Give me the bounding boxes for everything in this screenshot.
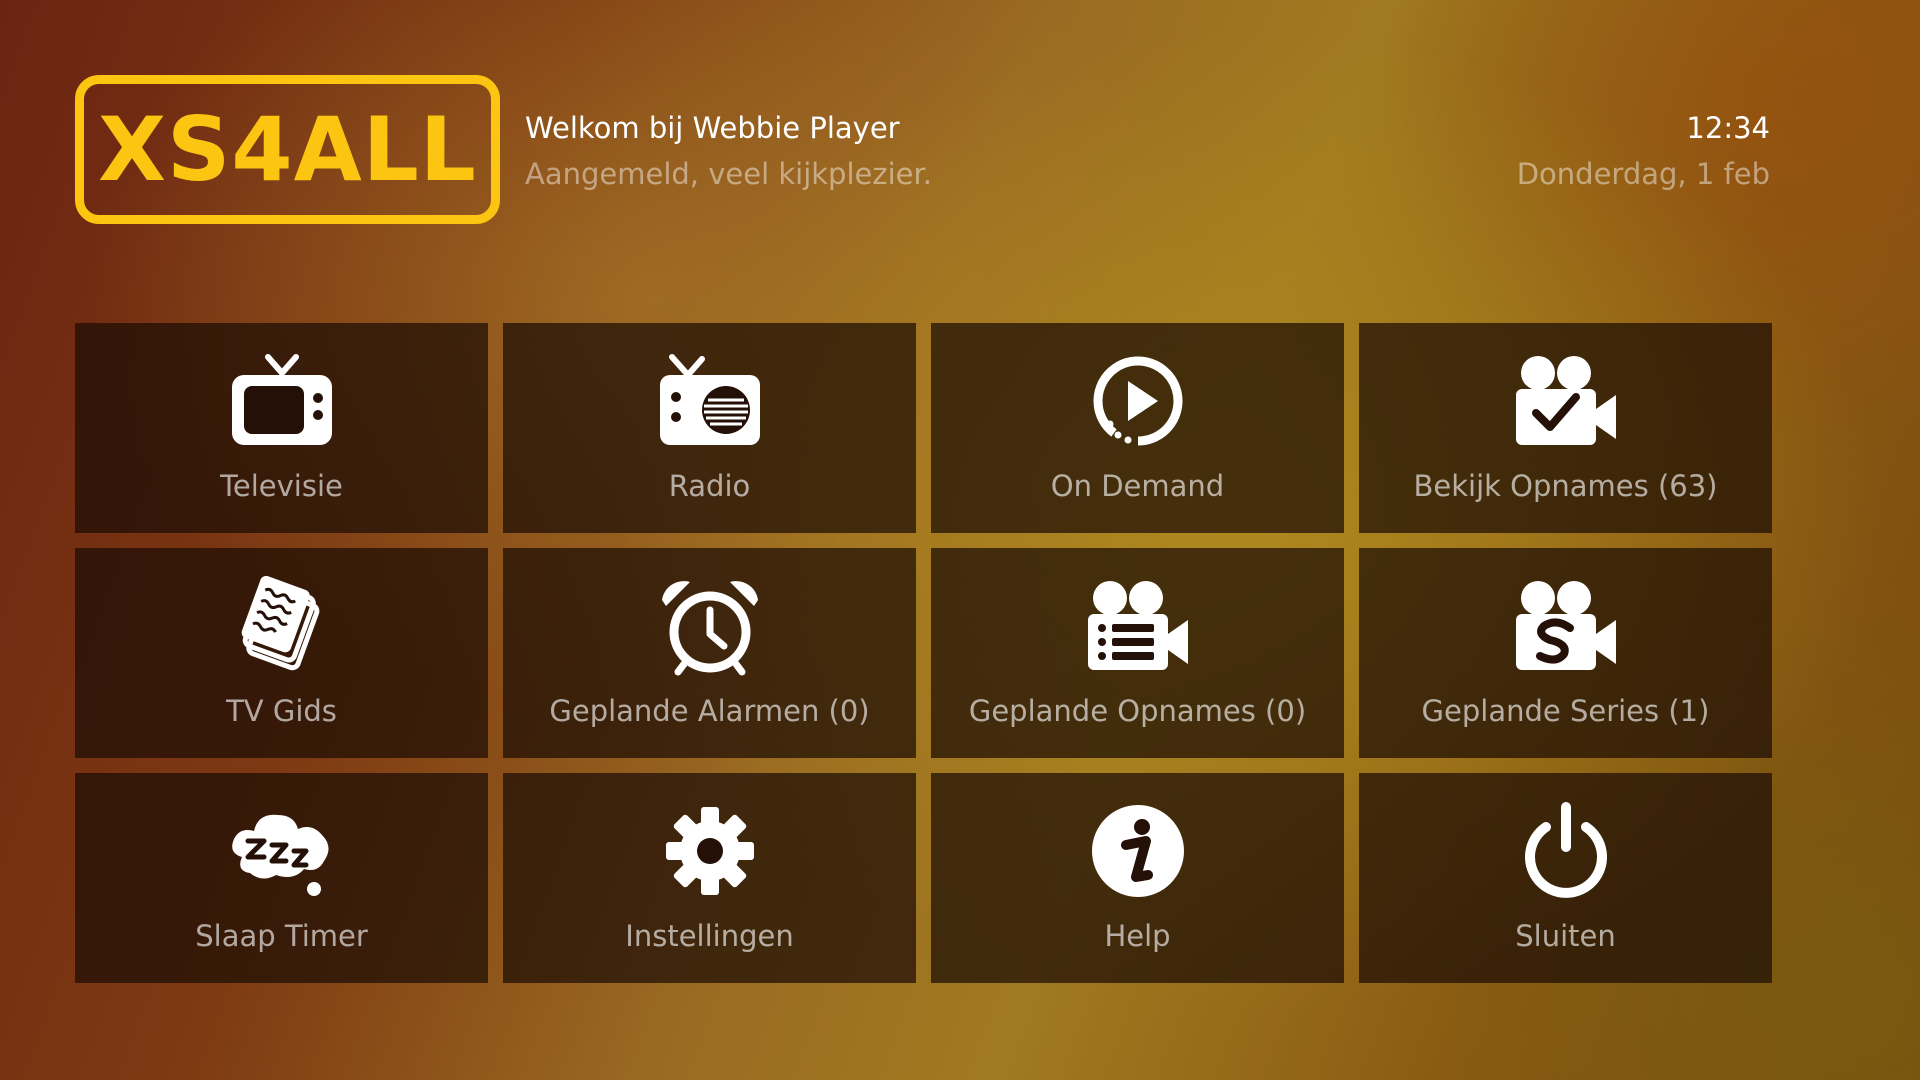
welcome-title: Welkom bij Webbie Player — [525, 111, 900, 145]
menu-tile-label: Sluiten — [1515, 919, 1616, 953]
clock-block: 12:34 Donderdag, 1 feb — [1517, 108, 1770, 194]
menu-tile-label: On Demand — [1050, 469, 1225, 503]
info-icon — [1083, 801, 1193, 901]
menu-tile-slaap-timer[interactable]: Slaap Timer — [75, 773, 488, 983]
newspaper-icon — [227, 576, 337, 676]
menu-tile-geplande-opnames[interactable]: Geplande Opnames (0) — [931, 548, 1344, 758]
menu-tile-label: Geplande Opnames (0) — [968, 694, 1307, 728]
menu-tile-label: Radio — [668, 469, 751, 503]
alarm-clock-icon — [655, 576, 765, 676]
clock-time: 12:34 — [1686, 111, 1770, 145]
menu-tile-label: Geplande Alarmen (0) — [549, 694, 870, 728]
menu-tile-label: Geplande Series (1) — [1421, 694, 1710, 728]
radio-icon — [655, 351, 765, 451]
camera-series-icon — [1511, 576, 1621, 676]
logo-text: XS4ALL — [98, 98, 477, 201]
menu-tile-geplande-alarmen[interactable]: Geplande Alarmen (0) — [503, 548, 916, 758]
menu-tile-label: Televisie — [220, 469, 343, 503]
camera-list-icon — [1083, 576, 1193, 676]
main-menu-grid: Televisie Radio On Demand Bekijk Opnames… — [75, 323, 1772, 983]
welcome-subtitle: Aangemeld, veel kijkplezier. — [525, 157, 932, 191]
xs4all-logo: XS4ALL — [75, 75, 500, 224]
clock-date: Donderdag, 1 feb — [1516, 157, 1770, 191]
menu-tile-label: Help — [1104, 919, 1171, 953]
menu-tile-label: Instellingen — [625, 919, 794, 953]
menu-tile-label: Bekijk Opnames (63) — [1413, 469, 1718, 503]
menu-tile-radio[interactable]: Radio — [503, 323, 916, 533]
menu-tile-tv-gids[interactable]: TV Gids — [75, 548, 488, 758]
camera-check-icon — [1511, 351, 1621, 451]
power-icon — [1511, 801, 1621, 901]
menu-tile-bekijk-opnames[interactable]: Bekijk Opnames (63) — [1359, 323, 1772, 533]
menu-tile-sluiten[interactable]: Sluiten — [1359, 773, 1772, 983]
menu-tile-geplande-series[interactable]: Geplande Series (1) — [1359, 548, 1772, 758]
replay-play-icon — [1083, 351, 1193, 451]
menu-tile-instellingen[interactable]: Instellingen — [503, 773, 916, 983]
menu-tile-on-demand[interactable]: On Demand — [931, 323, 1344, 533]
menu-tile-label: TV Gids — [226, 694, 337, 728]
tv-icon — [227, 351, 337, 451]
welcome-block: Welkom bij Webbie Player Aangemeld, veel… — [525, 108, 932, 194]
menu-tile-televisie[interactable]: Televisie — [75, 323, 488, 533]
gear-icon — [655, 801, 765, 901]
menu-tile-help[interactable]: Help — [931, 773, 1344, 983]
menu-tile-label: Slaap Timer — [195, 919, 368, 953]
sleep-icon — [227, 801, 337, 901]
